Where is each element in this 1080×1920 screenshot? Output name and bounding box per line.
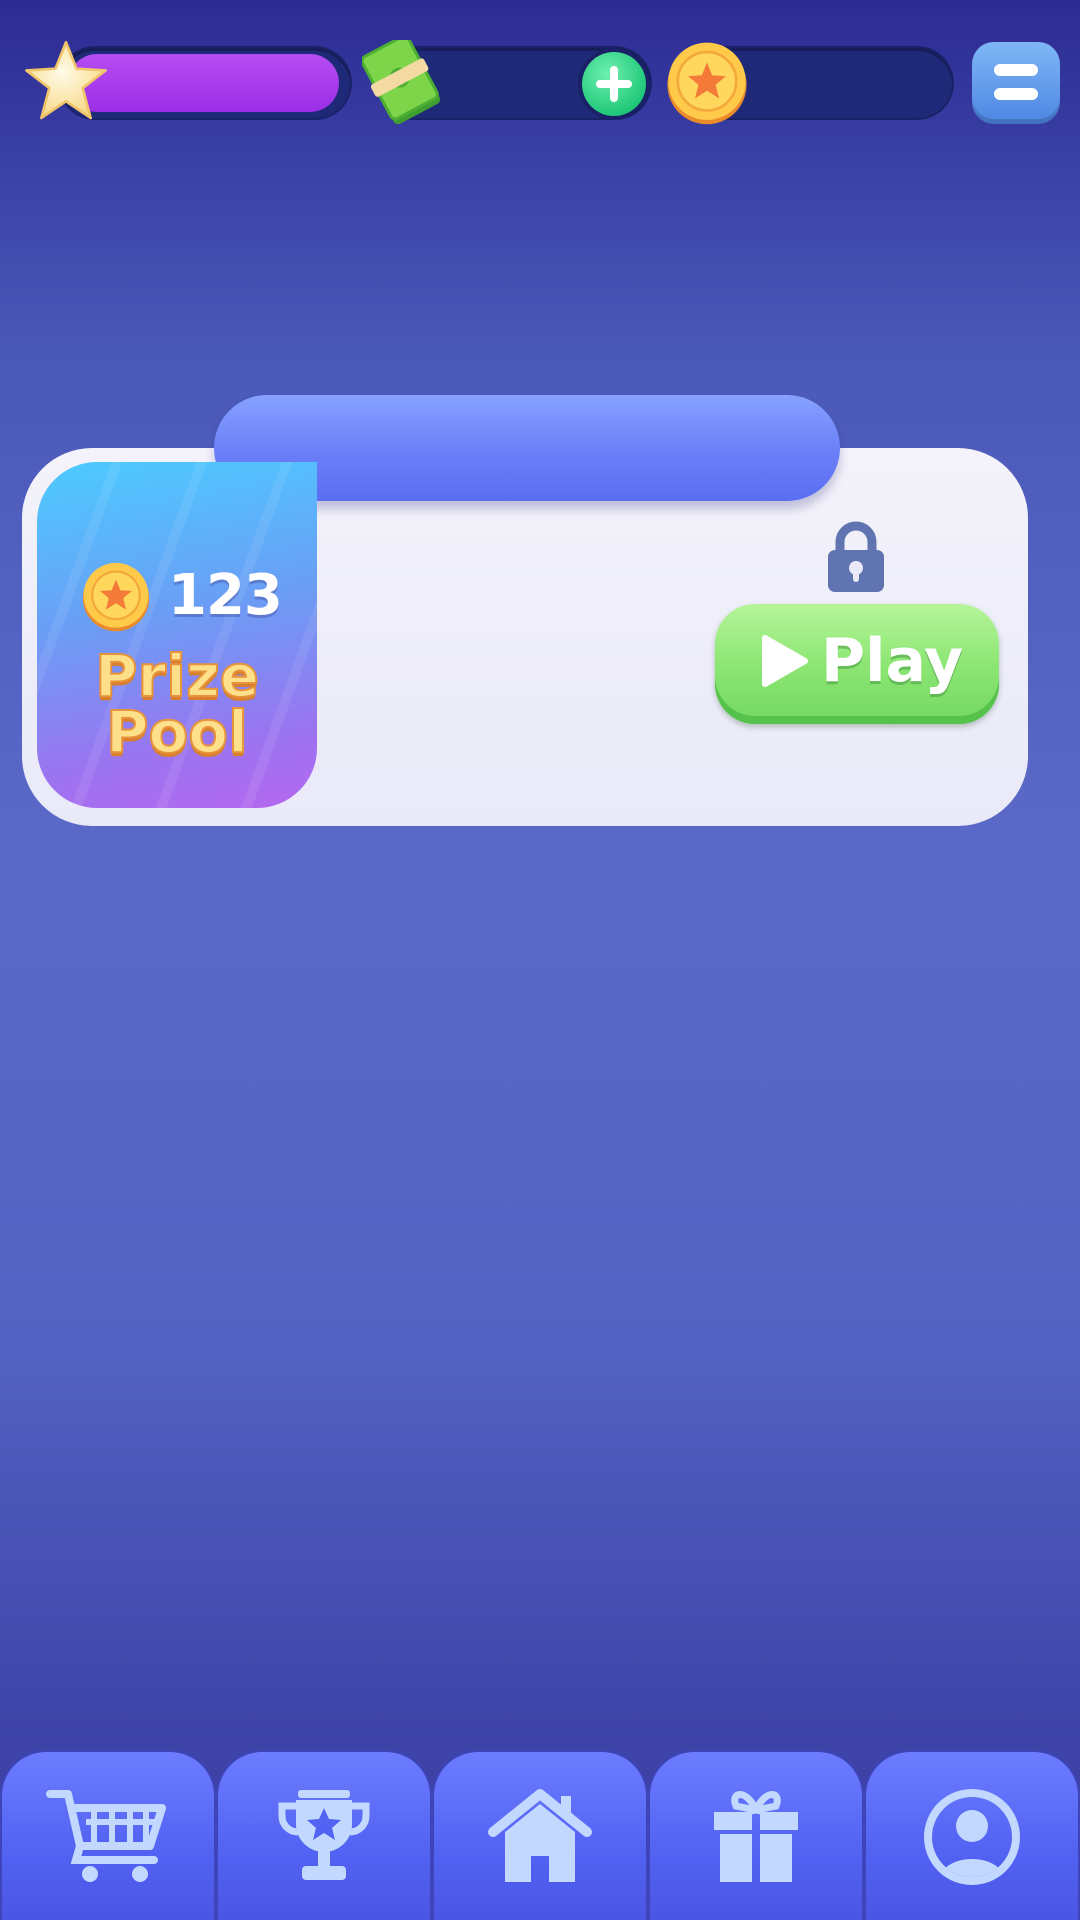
trophy-icon — [278, 1790, 370, 1880]
profile-icon — [924, 1789, 1020, 1885]
nav-tab-profile[interactable] — [866, 1752, 1078, 1920]
menu-button[interactable] — [972, 42, 1060, 124]
lock-icon — [828, 521, 884, 592]
menu-icon-line-bottom — [994, 88, 1038, 100]
nav-tab-leaderboard[interactable] — [218, 1752, 430, 1920]
star-icon — [25, 40, 107, 120]
add-cash-button[interactable] — [582, 52, 646, 116]
nav-tab-home[interactable] — [434, 1752, 646, 1920]
play-button[interactable]: Play — [715, 604, 999, 724]
coin-icon — [82, 562, 150, 632]
coin-icon — [667, 42, 747, 125]
prize-amount: 123 — [168, 563, 283, 628]
play-label: Play — [821, 626, 964, 696]
plus-icon — [596, 66, 632, 102]
nav-tab-shop[interactable] — [2, 1752, 214, 1920]
money-icon — [362, 40, 441, 124]
nav-tab-gifts[interactable] — [650, 1752, 862, 1920]
home-icon — [488, 1789, 592, 1882]
prize-pool-label: Prize Pool — [94, 642, 260, 766]
play-icon — [762, 635, 808, 687]
menu-icon-line-top — [994, 64, 1038, 76]
gift-icon — [714, 1791, 798, 1882]
cart-icon — [46, 1790, 166, 1882]
